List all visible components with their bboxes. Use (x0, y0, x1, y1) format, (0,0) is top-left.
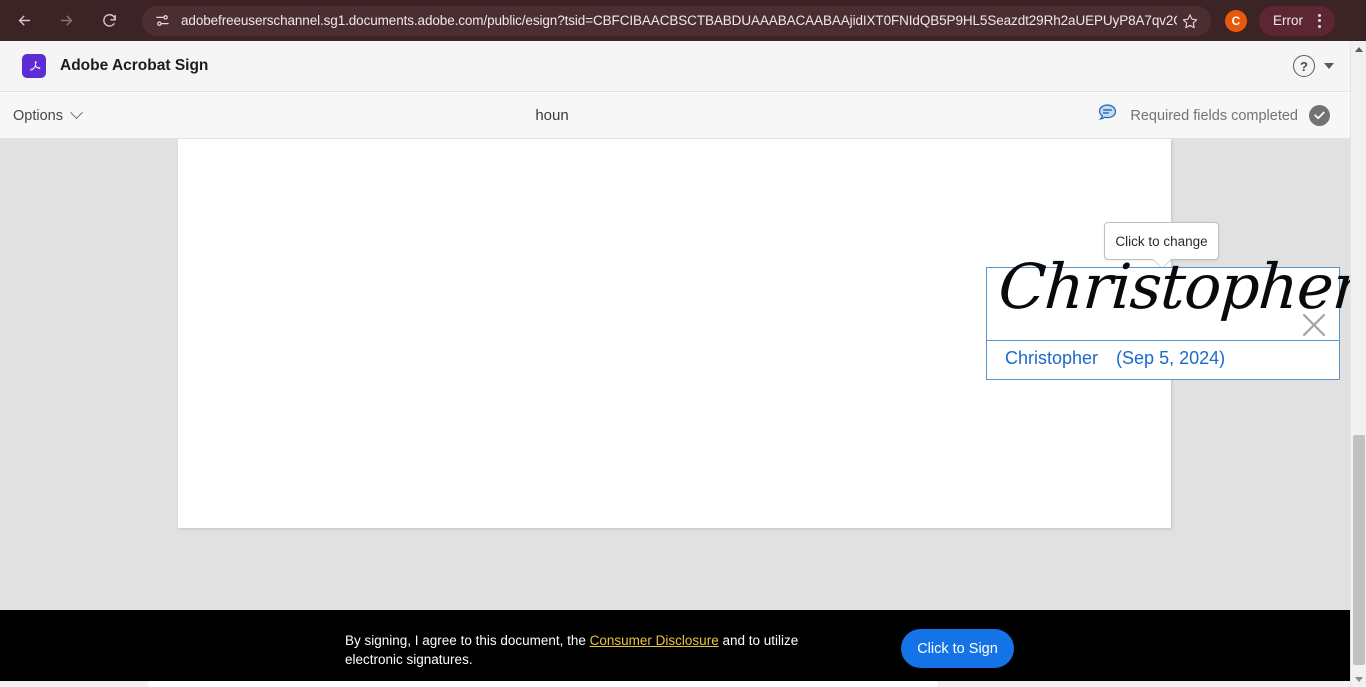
consent-bar: By signing, I agree to this document, th… (0, 610, 1350, 687)
signature-date: (Sep 5, 2024) (1116, 348, 1226, 368)
reload-icon[interactable] (94, 6, 124, 36)
click-to-sign-button[interactable]: Click to Sign (901, 629, 1014, 668)
forward-arrow-icon[interactable] (51, 6, 81, 36)
consumer-disclosure-link[interactable]: Consumer Disclosure (590, 633, 719, 648)
scroll-down-arrow-icon[interactable] (1351, 671, 1366, 687)
chevron-down-icon[interactable] (1324, 63, 1334, 69)
comment-bubble-icon[interactable] (1096, 102, 1119, 130)
document-page: Click to change Christopher Christopher(… (178, 139, 1350, 528)
profile-avatar[interactable]: C (1225, 9, 1247, 32)
app-header: Adobe Acrobat Sign ? (0, 41, 1350, 92)
consent-text: By signing, I agree to this document, th… (345, 631, 815, 669)
horizontal-scroll-thumb[interactable] (148, 681, 938, 687)
adobe-acrobat-logo-icon (22, 54, 46, 78)
options-button[interactable]: Options (13, 106, 83, 124)
browser-toolbar: adobefreeuserschannel.sg1.documents.adob… (0, 0, 1366, 41)
error-badge[interactable]: Error (1259, 5, 1335, 36)
url-text: adobefreeuserschannel.sg1.documents.adob… (181, 13, 1177, 28)
document-toolbar: Options houn Required fields completed (0, 93, 1350, 139)
page-title: Adobe Acrobat Sign (60, 57, 209, 74)
kebab-menu-icon[interactable] (1309, 11, 1329, 31)
scroll-up-arrow-icon[interactable] (1351, 41, 1366, 57)
vertical-scroll-thumb[interactable] (1353, 435, 1365, 665)
error-label: Error (1273, 13, 1303, 28)
horizontal-scrollbar[interactable] (0, 681, 1350, 687)
consent-text-before: By signing, I agree to this document, th… (345, 633, 590, 648)
chevron-down-icon (70, 106, 83, 120)
signature-divider (987, 340, 1339, 341)
star-icon[interactable] (1177, 8, 1203, 34)
options-label: Options (13, 107, 63, 124)
signature-field[interactable]: Christopher Christopher (Sep 5, 2024) (986, 250, 1350, 380)
back-arrow-icon[interactable] (9, 6, 39, 36)
signature-name: Christopher (1005, 348, 1099, 368)
document-viewer[interactable]: Click to change Christopher Christopher(… (0, 139, 1350, 610)
help-question-icon[interactable]: ? (1293, 55, 1315, 77)
site-settings-icon[interactable] (152, 11, 172, 31)
app-header-actions: ? (1293, 55, 1334, 77)
close-x-icon[interactable] (1297, 308, 1331, 342)
required-fields-status[interactable]: Required fields completed (1096, 102, 1330, 130)
status-label: Required fields completed (1130, 107, 1298, 124)
address-bar[interactable]: adobefreeuserschannel.sg1.documents.adob… (142, 5, 1211, 36)
vertical-scrollbar[interactable] (1350, 41, 1366, 687)
signature-meta: Christopher (Sep 5, 2024) (1005, 348, 1225, 369)
check-circle-icon (1309, 105, 1330, 126)
